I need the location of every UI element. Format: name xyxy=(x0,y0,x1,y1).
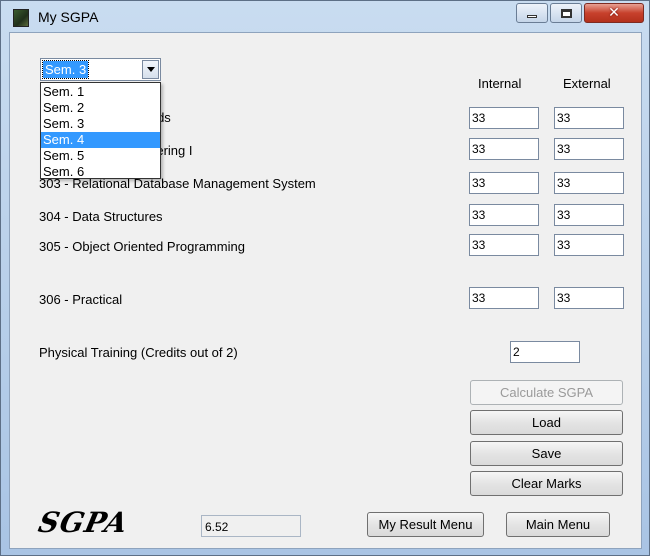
chevron-down-icon xyxy=(146,67,155,72)
subject-label-305: 305 - Object Oriented Programming xyxy=(39,239,245,254)
sgpa-value-field: 6.52 xyxy=(201,515,301,537)
internal-input-2[interactable]: 33 xyxy=(469,138,539,160)
semester-option[interactable]: Sem. 6 xyxy=(41,164,160,180)
internal-input-306[interactable]: 33 xyxy=(469,287,539,309)
sgpa-logo: SGPA xyxy=(35,506,132,539)
internal-input-1[interactable]: 33 xyxy=(469,107,539,129)
semester-option-highlighted[interactable]: Sem. 4 xyxy=(41,132,160,148)
minimize-icon xyxy=(527,14,537,18)
subject-label-304: 304 - Data Structures xyxy=(39,209,163,224)
app-icon xyxy=(13,9,29,27)
physical-training-input[interactable]: 2 xyxy=(510,341,580,363)
semester-selected-value: Sem. 3 xyxy=(41,60,90,79)
main-menu-button[interactable]: Main Menu xyxy=(506,512,610,537)
clear-marks-button[interactable]: Clear Marks xyxy=(470,471,623,496)
semester-dropdown-list: Sem. 1 Sem. 2 Sem. 3 Sem. 4 Sem. 5 Sem. … xyxy=(40,82,161,179)
window-title: My SGPA xyxy=(38,9,99,25)
app-window: My SGPA ✕ Internal External thods ineeri… xyxy=(0,0,650,556)
external-input-305[interactable]: 33 xyxy=(554,234,624,256)
save-button[interactable]: Save xyxy=(470,441,623,466)
internal-header: Internal xyxy=(478,76,522,91)
subject-label-306: 306 - Practical xyxy=(39,292,123,307)
external-input-2[interactable]: 33 xyxy=(554,138,624,160)
semester-option[interactable]: Sem. 2 xyxy=(41,100,160,116)
external-input-306[interactable]: 33 xyxy=(554,287,624,309)
form-client-area: Internal External thods ineering I 303 -… xyxy=(9,32,642,549)
semester-option[interactable]: Sem. 3 xyxy=(41,116,160,132)
internal-input-304[interactable]: 33 xyxy=(469,204,539,226)
external-input-1[interactable]: 33 xyxy=(554,107,624,129)
title-bar[interactable]: My SGPA ✕ xyxy=(1,1,649,33)
maximize-icon xyxy=(560,8,572,18)
semester-select[interactable]: Sem. 3 xyxy=(40,58,161,81)
internal-input-303[interactable]: 33 xyxy=(469,172,539,194)
my-result-menu-button[interactable]: My Result Menu xyxy=(367,512,484,537)
calculate-sgpa-button[interactable]: Calculate SGPA xyxy=(470,380,623,405)
semester-option[interactable]: Sem. 5 xyxy=(41,148,160,164)
close-icon: ✕ xyxy=(608,5,620,21)
semester-dropdown-button[interactable] xyxy=(142,60,159,79)
external-input-303[interactable]: 33 xyxy=(554,172,624,194)
maximize-button[interactable] xyxy=(550,3,582,23)
physical-training-label: Physical Training (Credits out of 2) xyxy=(39,345,238,360)
close-button[interactable]: ✕ xyxy=(584,3,644,23)
external-header: External xyxy=(563,76,611,91)
internal-input-305[interactable]: 33 xyxy=(469,234,539,256)
load-button[interactable]: Load xyxy=(470,410,623,435)
semester-option[interactable]: Sem. 1 xyxy=(41,84,160,100)
minimize-button[interactable] xyxy=(516,3,548,23)
external-input-304[interactable]: 33 xyxy=(554,204,624,226)
